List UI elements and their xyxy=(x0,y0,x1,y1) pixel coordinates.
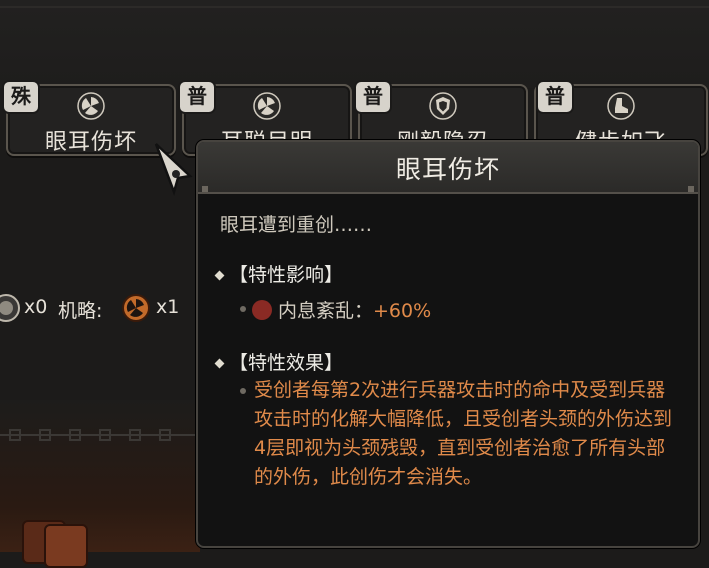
card-icon[interactable] xyxy=(44,524,88,568)
common-tag: 普 xyxy=(536,80,574,114)
stat-value: +60% xyxy=(373,300,432,322)
diamond-bullet-icon xyxy=(214,358,225,369)
common-tag: 普 xyxy=(178,80,216,114)
stat-label: 内息紊乱： xyxy=(278,300,374,322)
strategy-label: 机略: xyxy=(58,300,103,322)
influence-stat: 内息紊乱：+60% xyxy=(252,296,431,323)
list-bullet xyxy=(240,306,246,312)
shield-icon xyxy=(429,92,457,120)
effect-header-text: 【特性效果】 xyxy=(229,352,344,374)
common-tag: 普 xyxy=(354,80,392,114)
pointer-cursor-icon xyxy=(154,143,193,196)
strategy-icon xyxy=(122,294,150,322)
effect-section-header: 【特性效果】 xyxy=(214,348,344,375)
special-tag: 殊 xyxy=(2,80,40,114)
tooltip-header: 眼耳伤坏 xyxy=(198,142,698,194)
corner-dot xyxy=(688,186,694,192)
top-panel xyxy=(0,0,709,88)
token-count: x0 xyxy=(24,296,48,318)
top-divider xyxy=(0,6,709,8)
lungs-icon xyxy=(252,300,272,320)
shield-token-icon xyxy=(0,294,20,322)
diamond-bullet-icon xyxy=(214,270,225,281)
influence-header-text: 【特性影响】 xyxy=(229,264,344,286)
influence-section-header: 【特性影响】 xyxy=(214,260,344,287)
fan-icon xyxy=(253,92,281,120)
resource-row: x0 机略: x1 xyxy=(0,290,200,326)
strategy-count: x1 xyxy=(156,296,180,318)
tooltip-description: 眼耳遭到重创…… xyxy=(220,214,373,236)
tooltip-title: 眼耳伤坏 xyxy=(395,155,500,184)
fan-icon xyxy=(77,92,105,120)
ornament-divider xyxy=(0,429,198,441)
list-bullet xyxy=(240,388,246,394)
corner-dot xyxy=(202,186,208,192)
effect-text: 受创者每第2次进行兵器攻击时的命中及受到兵器攻击时的化解大幅降低，且受创者头颈的… xyxy=(254,379,673,488)
boot-icon xyxy=(607,92,635,120)
trait-tooltip: 眼耳伤坏 眼耳遭到重创…… 【特性影响】 内息紊乱：+60% 【特性效果】 受创… xyxy=(196,140,700,548)
